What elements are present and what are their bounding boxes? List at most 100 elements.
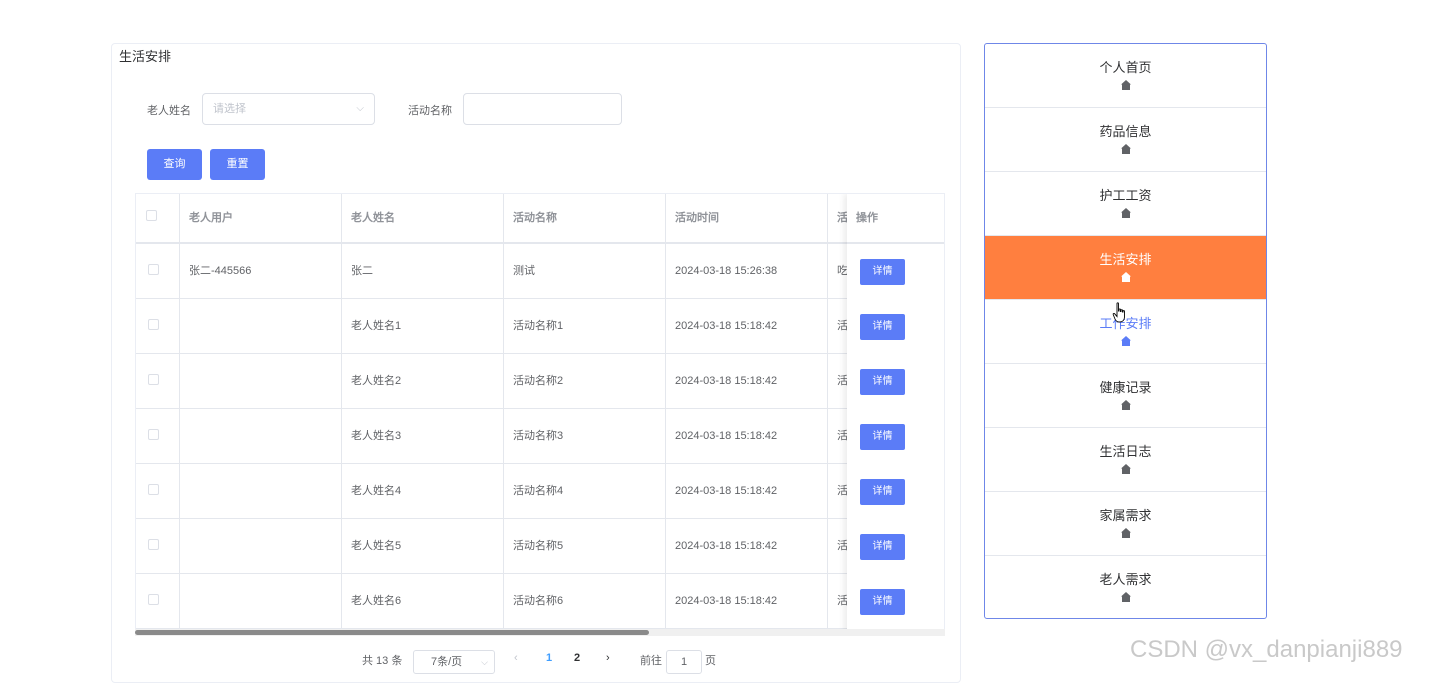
table-row: 老人姓名6 活动名称6 2024-03-18 15:18:42 活 <box>136 574 944 629</box>
row-checkbox[interactable] <box>148 539 159 550</box>
home-icon <box>1121 272 1131 282</box>
cell-elder-name: 老人姓名2 <box>351 375 402 387</box>
activity-name-label: 活动名称 <box>408 105 452 117</box>
elder-name-label: 老人姓名 <box>147 105 191 117</box>
header-divider <box>847 242 944 244</box>
menu-item-label: 健康记录 <box>1099 380 1152 395</box>
row-checkbox[interactable] <box>148 264 159 275</box>
activity-name-input[interactable] <box>463 93 622 125</box>
cell-elder-name: 老人姓名3 <box>351 430 402 442</box>
table-row: 张二-445566 张二 测试 2024-03-18 15:26:38 吃 <box>136 244 944 299</box>
table-row: 老人姓名3 活动名称3 2024-03-18 15:18:42 活 <box>136 409 944 464</box>
action-column: 操作 详情 详情 详情 详情 详情 详情 详情 <box>847 194 944 635</box>
detail-button[interactable]: 详情 <box>860 369 905 395</box>
header-activity-name: 活动名称 <box>513 212 557 224</box>
cell-activity-name: 活动名称5 <box>513 540 564 552</box>
page-size-value: 7条/页 <box>431 656 463 668</box>
row-checkbox[interactable] <box>148 594 159 605</box>
cell-activity-name: 活动名称1 <box>513 320 564 332</box>
menu-item-life-log[interactable]: 生活日志 <box>985 428 1266 492</box>
cell-activity-time: 2024-03-18 15:18:42 <box>675 320 778 332</box>
menu-item-medicine-info[interactable]: 药品信息 <box>985 108 1266 172</box>
horizontal-scrollbar[interactable] <box>135 629 945 636</box>
detail-button[interactable]: 详情 <box>860 534 905 560</box>
page-size-select[interactable]: 7条/页 ⌵ <box>413 650 495 674</box>
prev-page-button[interactable]: ‹ <box>514 652 518 664</box>
cell-activity-time: 2024-03-18 15:18:42 <box>675 430 778 442</box>
elder-name-select[interactable]: 请选择 ⌵ <box>202 93 375 125</box>
table-row: 老人姓名4 活动名称4 2024-03-18 15:18:42 活 <box>136 464 944 519</box>
cell-activity-name: 活动名称2 <box>513 375 564 387</box>
detail-button[interactable]: 详情 <box>860 314 905 340</box>
goto-label: 前往 <box>640 655 662 667</box>
home-icon <box>1121 400 1131 410</box>
cell-activity-name: 测试 <box>513 265 535 277</box>
cell-activity-time: 2024-03-18 15:18:42 <box>675 485 778 497</box>
menu-item-label: 个人首页 <box>1099 60 1152 75</box>
detail-button[interactable]: 详情 <box>860 479 905 505</box>
panel-title: 生活安排 <box>119 49 172 64</box>
header-elder-name: 老人姓名 <box>351 212 395 224</box>
detail-button[interactable]: 详情 <box>860 424 905 450</box>
cell-activity-name: 活动名称4 <box>513 485 564 497</box>
cell-elder-name: 老人姓名6 <box>351 595 402 607</box>
home-icon <box>1121 208 1131 218</box>
life-schedule-panel: 生活安排 老人姓名 请选择 ⌵ 活动名称 查询 重置 老人用户 老人姓名 活动名… <box>111 43 961 683</box>
hand-cursor-icon <box>1112 302 1125 323</box>
home-icon <box>1121 144 1131 154</box>
schedule-table: 老人用户 老人姓名 活动名称 活动时间 活 张二-445566 张二 测试 20… <box>135 193 945 636</box>
chevron-down-icon: ⌵ <box>481 657 488 667</box>
detail-button[interactable]: 详情 <box>860 589 905 615</box>
menu-item-health-records[interactable]: 健康记录 <box>985 364 1266 428</box>
table-header: 老人用户 老人姓名 活动名称 活动时间 活 <box>136 194 944 244</box>
row-checkbox[interactable] <box>148 429 159 440</box>
scrollbar-thumb[interactable] <box>135 630 649 635</box>
row-checkbox[interactable] <box>148 374 159 385</box>
cell-activity-time: 2024-03-18 15:18:42 <box>675 595 778 607</box>
reset-button[interactable]: 重置 <box>210 149 265 180</box>
menu-item-life-schedule[interactable]: 生活安排 <box>985 236 1266 300</box>
cell-activity-time: 2024-03-18 15:26:38 <box>675 265 778 277</box>
cell-elder-name: 老人姓名1 <box>351 320 402 332</box>
cell-elder-name: 老人姓名5 <box>351 540 402 552</box>
page-2-button[interactable]: 2 <box>574 652 580 664</box>
select-all-checkbox[interactable] <box>146 210 157 221</box>
home-icon <box>1121 80 1131 90</box>
home-icon <box>1121 336 1131 346</box>
menu-item-label: 老人需求 <box>1099 572 1152 587</box>
goto-suffix: 页 <box>705 655 716 667</box>
home-icon <box>1121 528 1131 538</box>
cell-activity-name: 活动名称6 <box>513 595 564 607</box>
table-row: 老人姓名1 活动名称1 2024-03-18 15:18:42 活 <box>136 299 944 354</box>
menu-item-label: 生活日志 <box>1099 444 1152 459</box>
detail-button[interactable]: 详情 <box>860 259 905 285</box>
cell-elder-name: 张二 <box>351 265 373 277</box>
menu-item-caregiver-salary[interactable]: 护工工资 <box>985 172 1266 236</box>
menu-item-label: 家属需求 <box>1099 508 1152 523</box>
header-activity-time: 活动时间 <box>675 212 719 224</box>
cell-activity-name: 活动名称3 <box>513 430 564 442</box>
home-icon <box>1121 592 1131 602</box>
header-action: 操作 <box>856 212 878 224</box>
watermark: CSDN @vx_danpianji889 <box>1130 636 1403 663</box>
home-icon <box>1121 464 1131 474</box>
pagination-total: 共 13 条 <box>362 655 403 667</box>
elder-name-placeholder: 请选择 <box>213 103 246 115</box>
menu-item-label: 生活安排 <box>1099 252 1152 267</box>
cell-elder-name: 老人姓名4 <box>351 485 402 497</box>
cell-activity-time: 2024-03-18 15:18:42 <box>675 540 778 552</box>
cell-elder-user: 张二-445566 <box>189 265 252 277</box>
menu-item-label: 药品信息 <box>1099 124 1152 139</box>
goto-page-input[interactable]: 1 <box>666 650 702 674</box>
chevron-down-icon: ⌵ <box>356 103 364 114</box>
row-checkbox[interactable] <box>148 484 159 495</box>
menu-item-home[interactable]: 个人首页 <box>985 44 1266 108</box>
row-checkbox[interactable] <box>148 319 159 330</box>
cell-activity-time: 2024-03-18 15:18:42 <box>675 375 778 387</box>
side-menu: 个人首页 药品信息 护工工资 生活安排 工作安排 健康记录 生活日志 家属需求 … <box>984 43 1267 619</box>
next-page-button[interactable]: › <box>606 652 610 664</box>
query-button[interactable]: 查询 <box>147 149 202 180</box>
menu-item-family-needs[interactable]: 家属需求 <box>985 492 1266 556</box>
page-1-button[interactable]: 1 <box>546 652 552 664</box>
menu-item-elder-needs[interactable]: 老人需求 <box>985 556 1266 618</box>
